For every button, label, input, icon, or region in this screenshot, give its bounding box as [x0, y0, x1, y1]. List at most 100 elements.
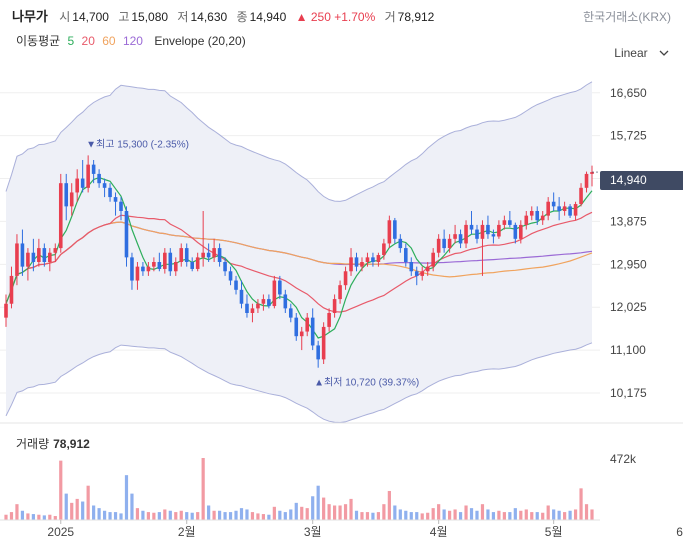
- candle-body: [31, 252, 36, 262]
- volume-bar: [15, 504, 19, 520]
- candle[interactable]: [321, 322, 326, 364]
- candle-body: [551, 201, 556, 207]
- volume-bar: [119, 513, 123, 520]
- y-tick-label: 13,875: [610, 214, 647, 228]
- x-tick-label: 6월: [676, 525, 683, 539]
- volume-bar: [508, 512, 512, 520]
- y-tick-label: 12,025: [610, 300, 647, 314]
- candle-body: [491, 234, 496, 237]
- candle-body: [267, 299, 271, 307]
- volume-bar: [552, 509, 556, 520]
- candle-body: [48, 252, 52, 262]
- candle-body: [86, 164, 90, 188]
- volume-bar: [31, 514, 35, 520]
- volume-bar: [475, 510, 479, 520]
- price-chart[interactable]: 16,65015,72514,80013,87512,95012,02511,1…: [0, 0, 683, 541]
- volume-bar: [546, 505, 550, 520]
- x-tick-label: 2025: [47, 525, 74, 539]
- volume-bar: [371, 512, 375, 520]
- volume-bar: [53, 516, 57, 520]
- volume-bar: [70, 502, 74, 520]
- volume-bar: [250, 512, 255, 520]
- volume-bar: [322, 497, 326, 520]
- volume-bar: [217, 510, 222, 520]
- volume-bar: [256, 513, 260, 520]
- volume-bar: [64, 493, 68, 520]
- y-tick-label: 16,650: [610, 86, 647, 100]
- volume-bar: [332, 505, 337, 520]
- volume-bar: [437, 504, 441, 520]
- candle[interactable]: [58, 173, 63, 253]
- volume-bar: [486, 509, 490, 520]
- candle-body: [497, 224, 501, 237]
- x-tick-label: 3월: [304, 525, 322, 539]
- volume-bar: [530, 512, 534, 520]
- candle-body: [201, 252, 205, 258]
- candle-body: [9, 275, 14, 304]
- candle-body: [508, 220, 512, 225]
- volume-bar: [305, 508, 309, 520]
- volume-bar: [316, 485, 320, 520]
- volume-bar: [190, 512, 194, 520]
- candle-body: [26, 252, 30, 267]
- candle-body: [475, 229, 479, 239]
- volume-bar: [48, 514, 52, 520]
- candle-body: [130, 257, 134, 281]
- candle-body: [283, 294, 288, 309]
- volume-bar: [179, 510, 183, 520]
- volume-bar: [376, 512, 381, 520]
- volume-bar: [448, 510, 452, 520]
- candle-body: [535, 211, 540, 221]
- volume-bar: [519, 510, 523, 520]
- volume-bar: [223, 512, 227, 520]
- volume-bar: [349, 498, 353, 520]
- candle-body: [546, 201, 550, 216]
- volume-bar: [415, 512, 419, 520]
- candle-body: [124, 211, 129, 258]
- candle-body: [480, 224, 485, 239]
- candle-body: [573, 204, 578, 216]
- x-tick-label: 4월: [430, 525, 448, 539]
- volume-bar: [354, 510, 359, 520]
- volume-bar: [360, 512, 364, 520]
- volume-bar: [92, 505, 96, 520]
- volume-axis-label: 472k: [610, 452, 637, 466]
- candle[interactable]: [387, 215, 392, 249]
- candle-body: [431, 252, 435, 267]
- candle-body: [195, 257, 200, 269]
- candle-body: [557, 206, 561, 211]
- volume-bar: [207, 505, 211, 520]
- candle-body: [327, 313, 331, 327]
- candle-body: [464, 224, 468, 244]
- candle-body: [365, 257, 370, 262]
- volume-bar: [196, 512, 200, 520]
- volume-bar: [541, 512, 545, 520]
- candle-body: [414, 271, 419, 276]
- candle-body: [64, 183, 69, 207]
- low-annotation: ▲최저 10,720 (39.37%): [314, 377, 419, 389]
- candle-body: [206, 252, 211, 258]
- candle-body: [529, 211, 534, 216]
- candle-body: [425, 266, 430, 272]
- candle-body: [393, 220, 397, 239]
- high-annotation: ▼최고 15,300 (-2.35%): [86, 138, 189, 150]
- envelope-band: [6, 81, 592, 423]
- volume-bar: [81, 501, 85, 520]
- candle-body: [349, 257, 353, 272]
- candle-body: [562, 206, 567, 211]
- volume-bar: [584, 504, 589, 520]
- candle-body: [310, 317, 315, 346]
- volume-bar: [102, 510, 107, 520]
- volume-bar: [108, 512, 112, 520]
- candle[interactable]: [272, 275, 277, 309]
- volume-bar: [283, 512, 287, 520]
- candle-body: [568, 206, 572, 216]
- volume-bar: [278, 510, 282, 520]
- candle-body: [146, 266, 151, 272]
- candle-body: [420, 271, 425, 276]
- candle-body: [179, 248, 184, 262]
- volume-bar: [86, 485, 90, 520]
- candle-body: [332, 299, 337, 313]
- candle-body: [256, 303, 260, 309]
- volume-bar: [431, 508, 435, 520]
